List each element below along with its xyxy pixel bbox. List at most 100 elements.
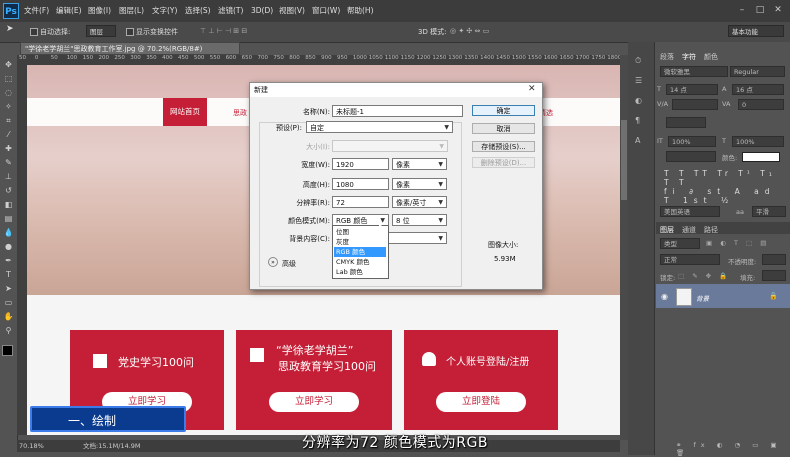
opacity-label: 不透明度: (728, 258, 757, 266)
menu-file[interactable]: 文件(F) (24, 0, 49, 22)
tab-character[interactable]: 字符 (682, 52, 696, 62)
menu-layer[interactable]: 图层(L) (119, 0, 144, 22)
opentype-buttons[interactable]: fi ∂ st A ad T 1st ½ (664, 187, 790, 205)
close-window-button[interactable]: ✕ (771, 4, 785, 16)
brush-tool-icon[interactable]: ✎ (2, 157, 15, 169)
layer-name[interactable]: 背景 (696, 293, 709, 303)
expand-advanced-icon[interactable]: » (268, 257, 278, 267)
language-select[interactable]: 美国英语 (660, 206, 720, 217)
kerning-field[interactable] (672, 99, 718, 110)
fill-field[interactable] (762, 270, 786, 281)
3d-mode-icons[interactable]: ◎ ✦ ✣ ⇔ ▭ (450, 27, 489, 35)
foreground-color-swatch[interactable] (2, 345, 13, 356)
menu-window[interactable]: 窗口(W) (312, 0, 340, 22)
opacity-field[interactable] (762, 254, 786, 265)
menu-edit[interactable]: 编辑(E) (56, 0, 82, 22)
blend-mode-select[interactable]: 正常 (660, 254, 720, 265)
document-tab[interactable]: "学徐老学胡兰"思政教育工作室.jpg @ 70.2%(RGB/8#) (20, 42, 240, 55)
blur-tool-icon[interactable]: 💧 (2, 227, 15, 239)
baseline-shift-field[interactable] (666, 151, 716, 162)
eraser-tool-icon[interactable]: ◧ (2, 199, 15, 211)
menu-filter[interactable]: 滤镜(T) (218, 0, 243, 22)
save-preset-button[interactable]: 存储预设(S)... (472, 141, 535, 152)
lasso-tool-icon[interactable]: ◌ (2, 87, 15, 99)
zoom-tool-icon[interactable]: ⚲ (2, 325, 15, 337)
document-name-field[interactable]: 未标题-1 (332, 105, 463, 117)
width-field[interactable]: 1920 (332, 158, 389, 170)
pen-tool-icon[interactable]: ✒ (2, 255, 15, 267)
crop-tool-icon[interactable]: ⌗ (2, 115, 15, 127)
history-icon[interactable]: ⏱ (635, 56, 641, 66)
leading-field[interactable]: 16 点 (732, 84, 784, 95)
preset-select[interactable]: 自定 ▼ (306, 121, 453, 133)
menu-3d[interactable]: 3D(D) (251, 0, 273, 22)
text-color-swatch[interactable] (742, 152, 780, 162)
hand-tool-icon[interactable]: ✋ (2, 311, 15, 323)
cancel-button[interactable]: 取消 (472, 123, 535, 134)
layer-filter-icons[interactable]: ▣ ◐ T ⬚ ▤ (706, 239, 769, 247)
adjust-icon[interactable]: ◐ (635, 96, 642, 105)
tracking-field[interactable]: 0 (738, 99, 784, 110)
website-nav-item: 思政 (233, 109, 247, 117)
color-mode-option-grayscale[interactable]: 灰度 (334, 237, 386, 247)
tab-color[interactable]: 颜色 (704, 52, 718, 62)
width-unit-select[interactable]: 像素 ▼ (392, 158, 447, 170)
path-select-icon[interactable]: ➤ (2, 283, 15, 295)
menu-image[interactable]: 图像(I) (88, 0, 111, 22)
resolution-field[interactable]: 72 (332, 196, 389, 208)
tab-paragraph[interactable]: 段落 (660, 52, 674, 62)
menu-view[interactable]: 视图(V) (279, 0, 305, 22)
font-family-select[interactable]: 微软雅黑 (660, 66, 728, 77)
gradient-tool-icon[interactable]: ▤ (2, 213, 15, 225)
color-mode-option-lab[interactable]: Lab 颜色 (334, 267, 386, 277)
baseline-field[interactable] (666, 117, 706, 128)
height-unit-select[interactable]: 像素 ▼ (392, 178, 447, 190)
auto-select-dropdown[interactable]: 图层 (86, 25, 116, 37)
history-brush-icon[interactable]: ↺ (2, 185, 15, 197)
height-field[interactable]: 1080 (332, 178, 389, 190)
tab-layers[interactable]: 图层 (660, 225, 674, 235)
properties-icon[interactable]: ☰ (635, 76, 642, 85)
paragraph-icon[interactable]: ¶ (635, 116, 640, 125)
menu-select[interactable]: 选择(S) (185, 0, 211, 22)
maximize-button[interactable]: □ (753, 4, 767, 16)
magic-wand-icon[interactable]: ✧ (2, 101, 15, 113)
antialias-select[interactable]: 平滑 (752, 206, 786, 217)
character-icon[interactable]: A (635, 136, 640, 145)
font-style-select[interactable]: Regular (730, 66, 785, 77)
advanced-label[interactable]: 高级 (282, 259, 296, 269)
minimize-button[interactable]: – (735, 4, 749, 16)
layer-kind-filter[interactable]: 类型 (660, 238, 700, 249)
auto-select-checkbox[interactable]: 自动选择: (30, 27, 70, 37)
eyedropper-icon[interactable]: ⁄ (2, 129, 15, 141)
healing-brush-icon[interactable]: ✚ (2, 143, 15, 155)
shape-tool-icon[interactable]: ▭ (2, 297, 15, 309)
close-icon[interactable]: ✕ (528, 84, 536, 94)
dodge-tool-icon[interactable]: ● (2, 241, 15, 253)
color-mode-option-cmyk[interactable]: CMYK 颜色 (334, 257, 386, 267)
workspace-selector[interactable]: 基本功能 (728, 25, 784, 37)
type-style-buttons[interactable]: T T TT Tr T¹ T₁ T T (664, 169, 790, 187)
color-mode-option-rgb[interactable]: RGB 颜色 (334, 247, 386, 257)
font-size-field[interactable]: 14 点 (666, 84, 718, 95)
move-tool-icon[interactable]: ➤ (6, 24, 14, 34)
ok-button[interactable]: 确定 (472, 105, 535, 116)
align-icons[interactable]: ⊤ ⊥ ⊢ ⊣ ⊞ ⊟ (200, 27, 247, 35)
tab-paths[interactable]: 路径 (704, 225, 718, 235)
marquee-tool-icon[interactable]: ⬚ (2, 73, 15, 85)
type-tool-icon[interactable]: T (2, 269, 15, 281)
stamp-tool-icon[interactable]: ⊥ (2, 171, 15, 183)
menu-type[interactable]: 文字(Y) (152, 0, 177, 22)
menu-help[interactable]: 帮助(H) (347, 0, 374, 22)
canvas-scrollbar[interactable] (620, 55, 628, 440)
visibility-eye-icon[interactable]: ◉ (661, 292, 668, 301)
move-tool-icon[interactable]: ✥ (2, 59, 15, 71)
tab-channels[interactable]: 通道 (682, 225, 696, 235)
lock-icons[interactable]: ⬚ ✎ ✥ 🔒 (678, 272, 730, 280)
bit-depth-select[interactable]: 8 位 ▼ (392, 214, 447, 226)
vertical-scale-field[interactable]: 100% (668, 136, 716, 147)
resolution-unit-select[interactable]: 像素/英寸 ▼ (392, 196, 447, 208)
canvas-scrollbar-thumb[interactable] (621, 120, 627, 200)
horizontal-scale-field[interactable]: 100% (732, 136, 784, 147)
show-transform-checkbox[interactable]: 显示变换控件 (126, 27, 178, 37)
